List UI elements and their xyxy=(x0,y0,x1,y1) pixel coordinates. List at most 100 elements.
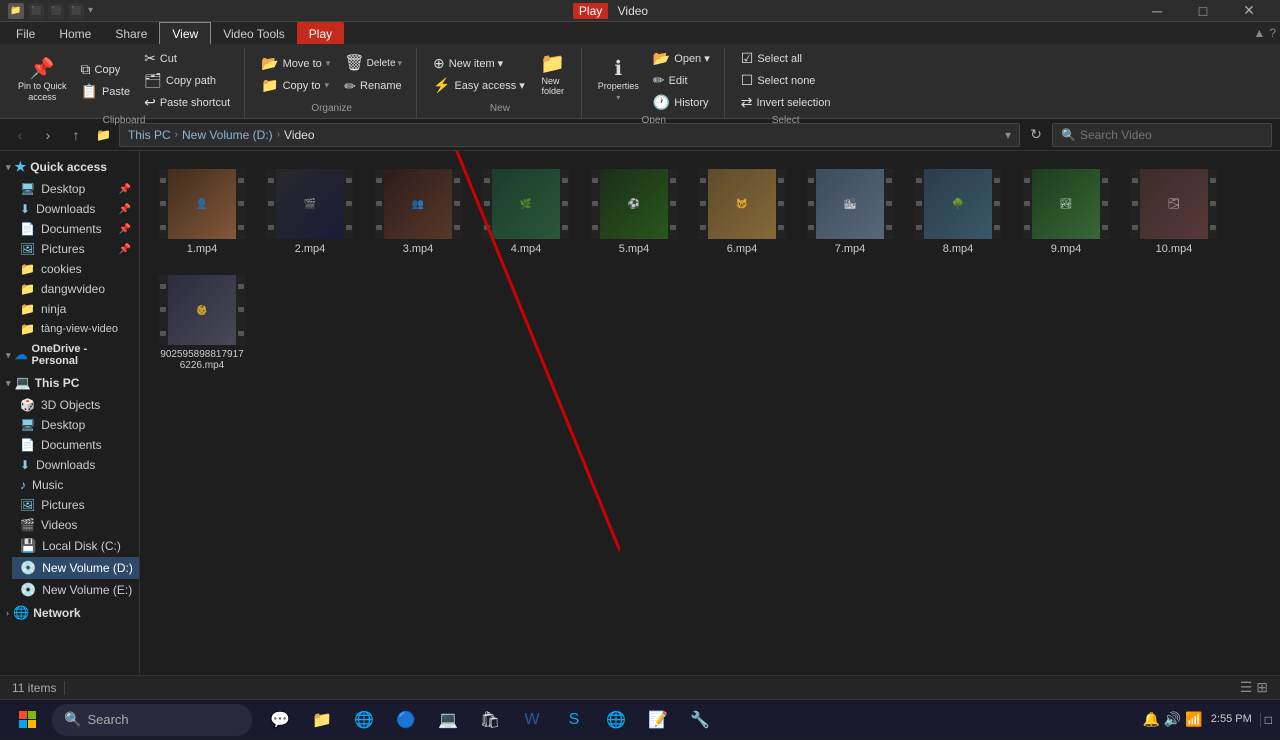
taskbar-time-value: 2:55 PM xyxy=(1211,712,1252,727)
search-box[interactable]: 🔍 xyxy=(1052,123,1272,147)
address-dropdown-icon[interactable]: ▾ xyxy=(1005,128,1011,142)
delete-icon: 🗑 xyxy=(344,56,364,72)
search-input[interactable] xyxy=(1080,128,1263,142)
delete-button[interactable]: 🗑 Delete ▾ xyxy=(338,53,408,75)
sidebar-item-documents-pc[interactable]: 📄 Documents xyxy=(12,435,139,455)
file-item-7[interactable]: 🏙 7.mp4 xyxy=(800,163,900,261)
sidebar-item-local-disk-c[interactable]: 💾 Local Disk (C:) xyxy=(12,535,139,557)
forward-button[interactable]: › xyxy=(36,123,60,147)
minimize-button[interactable]: ─ xyxy=(1134,0,1180,22)
sidebar-item-downloads-pc[interactable]: ⬇ Downloads xyxy=(12,455,139,475)
paste-button[interactable]: 📋 Paste xyxy=(75,81,137,102)
details-view-toggle[interactable]: ☰ xyxy=(1240,679,1253,696)
cut-button[interactable]: ✂ Cut xyxy=(138,48,236,69)
close-button[interactable]: ✕ xyxy=(1226,0,1272,22)
tab-play[interactable]: Play xyxy=(297,22,344,44)
file-item-6[interactable]: 🐱 6.mp4 xyxy=(692,163,792,261)
ribbon-collapse-btn[interactable]: ▲ xyxy=(1253,26,1265,40)
folder-icon-tang: 📁 xyxy=(20,322,35,336)
file-item-9[interactable]: 🏞 9.mp4 xyxy=(1016,163,1116,261)
invert-selection-button[interactable]: ⇄ Invert selection xyxy=(735,92,837,113)
tab-view[interactable]: View xyxy=(159,22,211,44)
pin-indicator-3: 📌 xyxy=(119,224,131,235)
sidebar-section-quick-access[interactable]: ▾ ★ Quick access xyxy=(0,155,139,179)
grid-view-toggle[interactable]: ⊞ xyxy=(1256,679,1268,696)
file-item-10[interactable]: 🌫 10.mp4 xyxy=(1124,163,1224,261)
paste-shortcut-button[interactable]: ↩ Paste shortcut xyxy=(138,92,236,113)
file-item-4[interactable]: 🌿 4.mp4 xyxy=(476,163,576,261)
organize-buttons: 📂 Move to ▾ 📁 Copy to ▾ 🗑 Delete ▾ xyxy=(255,48,408,101)
new-item-button[interactable]: ⊕ New item ▾ xyxy=(427,53,531,74)
status-bar: 11 items ☰ ⊞ xyxy=(0,675,1280,699)
copy-button[interactable]: ⧉ Copy xyxy=(75,59,137,80)
tab-file[interactable]: File xyxy=(4,22,47,44)
tab-video-tools[interactable]: Video Tools xyxy=(211,22,297,44)
sidebar-item-videos[interactable]: 🎬 Videos xyxy=(12,515,139,535)
file-item-8[interactable]: 🌳 8.mp4 xyxy=(908,163,1008,261)
sidebar-item-pictures-quick[interactable]: 🖼 Pictures 📌 xyxy=(12,239,139,259)
rename-button[interactable]: ✏ Rename xyxy=(338,76,408,97)
tab-home[interactable]: Home xyxy=(47,22,103,44)
open-icon: 📂 xyxy=(653,50,670,67)
sidebar-section-this-pc[interactable]: ▾ 💻 This PC xyxy=(0,371,139,395)
up-button[interactable]: ↑ xyxy=(64,123,88,147)
address-path[interactable]: This PC › New Volume (D:) › Video ▾ xyxy=(119,123,1020,147)
thumb-visual-11: 👶 xyxy=(158,275,246,345)
path-video[interactable]: Video xyxy=(284,128,314,142)
sidebar-item-documents-quick[interactable]: 📄 Documents 📌 xyxy=(12,219,139,239)
edit-button[interactable]: ✏ Edit xyxy=(647,70,716,91)
copy-path-button[interactable]: 🗂 Copy path xyxy=(138,70,236,91)
film-strip-left-11 xyxy=(158,275,168,345)
file-item-3[interactable]: 👥 3.mp4 xyxy=(368,163,468,261)
film-strip-right-10 xyxy=(1208,169,1218,239)
sidebar-item-music[interactable]: ♪ Music xyxy=(12,475,139,495)
new-folder-button[interactable]: 📁 Newfolder xyxy=(533,51,573,99)
quick-access-star-icon: ★ xyxy=(15,159,27,175)
taskbar-clock[interactable]: 2:55 PM xyxy=(1211,712,1252,727)
sidebar-item-cookies[interactable]: 📁 cookies xyxy=(12,259,139,279)
sidebar-item-new-volume-d[interactable]: 💿 New Volume (D:) xyxy=(12,557,139,579)
film-strip-right-7 xyxy=(884,169,894,239)
sidebar-item-pictures-pc[interactable]: 🖼 Pictures xyxy=(12,495,139,515)
file-thumb-8: 🌳 xyxy=(914,169,1002,239)
maximize-button[interactable]: □ xyxy=(1180,0,1226,22)
organize-group: 📂 Move to ▾ 📁 Copy to ▾ 🗑 Delete ▾ xyxy=(247,48,417,118)
help-btn[interactable]: ? xyxy=(1269,26,1276,40)
sidebar-item-new-volume-e[interactable]: 💿 New Volume (E:) xyxy=(12,579,139,601)
easy-access-button[interactable]: ⚡ Easy access ▾ xyxy=(427,75,531,96)
copy-to-button[interactable]: 📁 Copy to ▾ xyxy=(255,75,336,96)
tab-share[interactable]: Share xyxy=(103,22,159,44)
move-to-button[interactable]: 📂 Move to ▾ xyxy=(255,53,336,74)
properties-button[interactable]: ℹ Properties ▾ xyxy=(592,56,645,105)
sidebar-section-network[interactable]: › 🌐 Network xyxy=(0,601,139,625)
pin-indicator-4: 📌 xyxy=(119,244,131,255)
path-volume-d[interactable]: New Volume (D:) xyxy=(182,128,273,142)
file-item-1[interactable]: 👤 1.mp4 xyxy=(152,163,252,261)
file-name-10: 10.mp4 xyxy=(1156,243,1193,255)
file-thumb-9: 🏞 xyxy=(1022,169,1110,239)
item-count: 11 items xyxy=(12,681,56,695)
sidebar-section-onedrive[interactable]: ▾ ☁ OneDrive - Personal xyxy=(0,339,139,371)
refresh-button[interactable]: ↻ xyxy=(1024,123,1048,147)
file-item-11[interactable]: 👶 9025958988179176226.mp4 xyxy=(152,269,252,377)
pin-to-quick-access-button[interactable]: 📌 Pin to Quickaccess xyxy=(12,56,73,106)
sidebar-item-desktop-quick[interactable]: 🖥 Desktop 📌 xyxy=(12,179,139,199)
sidebar-item-tang-view-video[interactable]: 📁 tàng-view-video xyxy=(12,319,139,339)
open-button[interactable]: 📂 Open ▾ xyxy=(647,48,716,69)
file-item-5[interactable]: ⚽ 5.mp4 xyxy=(584,163,684,261)
file-item-2[interactable]: 🎬 2.mp4 xyxy=(260,163,360,261)
pictures-icon: 🖼 xyxy=(20,242,35,256)
select-stack: ☑ Select all ☐ Select none ⇄ Invert sele… xyxy=(735,48,837,113)
path-this-pc[interactable]: This PC xyxy=(128,128,171,142)
sidebar-item-dangwvideo[interactable]: 📁 dangwvideo xyxy=(12,279,139,299)
sidebar-item-ninja[interactable]: 📁 ninja xyxy=(12,299,139,319)
select-none-button[interactable]: ☐ Select none xyxy=(735,70,837,91)
sidebar-item-downloads-quick[interactable]: ⬇ Downloads 📌 xyxy=(12,199,139,219)
easy-access-icon: ⚡ xyxy=(433,77,450,94)
sidebar-item-3d-objects[interactable]: 🎲 3D Objects xyxy=(12,395,139,415)
history-button[interactable]: 🕐 History xyxy=(647,92,716,113)
sidebar-item-desktop-pc[interactable]: 🖥 Desktop xyxy=(12,415,139,435)
back-button[interactable]: ‹ xyxy=(8,123,32,147)
select-all-button[interactable]: ☑ Select all xyxy=(735,48,837,69)
thumb-visual-8: 🌳 xyxy=(914,169,1002,239)
